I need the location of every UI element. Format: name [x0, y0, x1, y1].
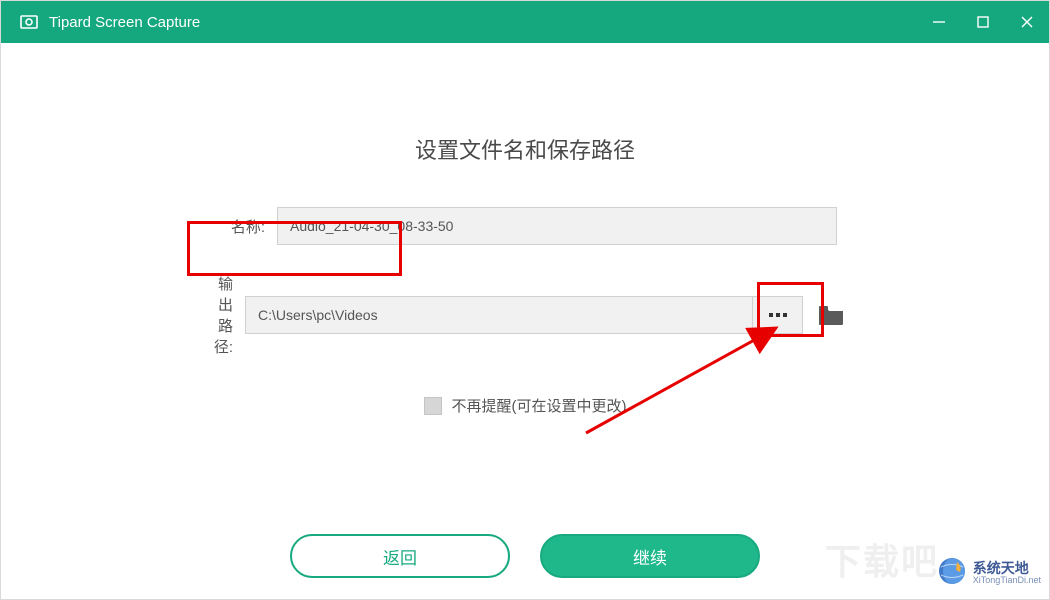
- watermark-faded: 下载吧: [825, 533, 939, 585]
- form: 名称: 输出路径:: [205, 207, 845, 357]
- folder-icon: [817, 303, 845, 327]
- dialog-title: 设置文件名和保存路径: [1, 133, 1049, 165]
- globe-icon: [937, 556, 967, 591]
- path-label: 输出路径:: [205, 273, 233, 357]
- watermark-cn: 系统天地: [973, 561, 1041, 576]
- minimize-button[interactable]: [917, 1, 961, 43]
- maximize-button[interactable]: [961, 1, 1005, 43]
- app-window: Tipard Screen Capture 设置文件名和保存路径 名称:: [0, 0, 1050, 600]
- back-button[interactable]: 返回: [290, 534, 510, 578]
- ellipsis-icon: [768, 312, 788, 318]
- dont-remind-label: 不再提醒(可在设置中更改): [452, 395, 627, 416]
- name-label: 名称:: [205, 216, 265, 237]
- dont-remind-checkbox[interactable]: [424, 397, 442, 415]
- continue-button[interactable]: 继续: [540, 534, 760, 578]
- path-field-wrap: [245, 296, 845, 334]
- app-logo-icon: [19, 12, 39, 32]
- close-button[interactable]: [1005, 1, 1049, 43]
- title-left: Tipard Screen Capture: [19, 12, 200, 32]
- content-area: 设置文件名和保存路径 名称: 输出路径:: [1, 43, 1049, 599]
- path-row: 输出路径:: [205, 273, 845, 357]
- watermark-text: 系统天地 XiTongTianDi.net: [973, 561, 1041, 586]
- name-field-wrap: [277, 207, 837, 245]
- dont-remind-row: 不再提醒(可在设置中更改): [1, 395, 1049, 416]
- titlebar: Tipard Screen Capture: [1, 1, 1049, 43]
- app-title: Tipard Screen Capture: [49, 14, 200, 31]
- watermark-en: XiTongTianDi.net: [973, 576, 1041, 586]
- open-folder-button[interactable]: [817, 303, 845, 327]
- window-controls: [917, 1, 1049, 43]
- watermark: 系统天地 XiTongTianDi.net: [937, 556, 1041, 591]
- path-input[interactable]: [245, 296, 753, 334]
- browse-path-button[interactable]: [753, 296, 803, 334]
- name-input[interactable]: [277, 207, 837, 245]
- name-row: 名称:: [205, 207, 845, 245]
